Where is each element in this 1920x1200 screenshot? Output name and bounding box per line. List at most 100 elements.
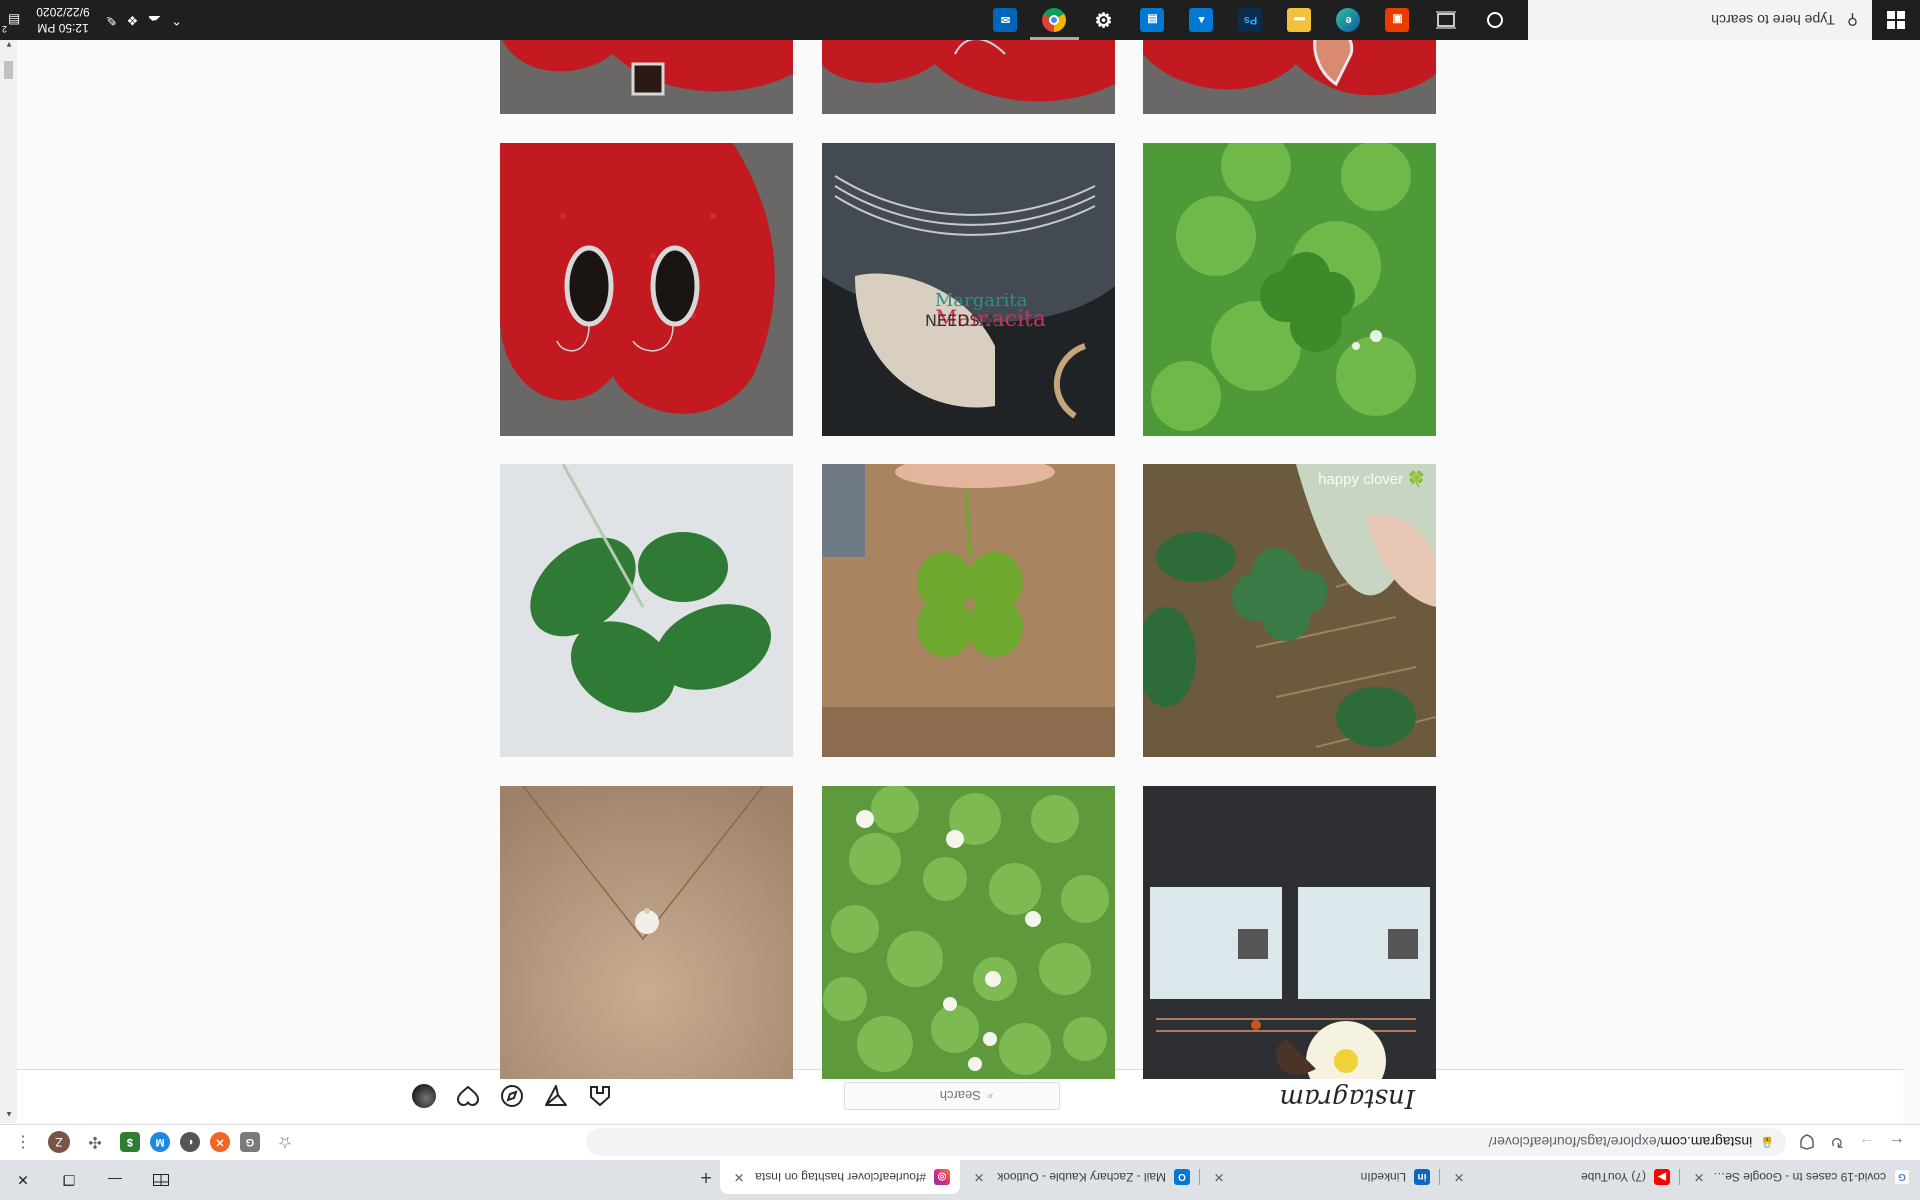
taskbar-pinned-apps: ▣ e ▬ Ps ▲ ▤ ⚙ ✉ (981, 0, 1520, 40)
tab-title: (7) YouTube (1581, 1170, 1646, 1184)
post-tile-clover-field[interactable] (822, 786, 1115, 1079)
home-icon[interactable] (587, 1083, 613, 1109)
post-tile-jewelry-receipt[interactable] (1143, 786, 1436, 1079)
chrome-icon[interactable] (1030, 0, 1079, 40)
instagram-logo[interactable]: Instagram (1279, 1083, 1415, 1113)
forward-arrow-icon[interactable]: → (1852, 1129, 1882, 1157)
search-box[interactable]: ⌕ (844, 1082, 1060, 1110)
close-tab-icon[interactable]: ✕ (1450, 1169, 1468, 1185)
store-app-icon[interactable]: ▤ (1128, 0, 1177, 40)
instagram-nav (411, 1083, 613, 1109)
avatar (412, 1084, 436, 1108)
bookmark-star-icon[interactable]: ☆ (270, 1129, 300, 1157)
address-bar[interactable]: 🔒 instagram.com/explore/tags/fourleafclo… (586, 1128, 1786, 1157)
search-icon: ⚲ (1847, 11, 1858, 28)
post-image (500, 143, 793, 436)
post-tile-four-leaf-clovers[interactable] (1143, 143, 1436, 436)
taskbar-search-placeholder: Type here to search (1711, 12, 1835, 28)
post-tile-heart-earrings[interactable] (500, 143, 793, 436)
activity-heart-icon[interactable] (455, 1083, 481, 1109)
post-tile-necklace[interactable] (500, 786, 793, 1079)
clock-time: 12:50 PM (37, 21, 89, 35)
close-tab-icon[interactable]: ✕ (1210, 1169, 1228, 1185)
avatar[interactable]: Z (48, 1131, 70, 1154)
shield-icon[interactable] (1792, 1129, 1822, 1157)
settings-gear-icon[interactable]: ⚙ (1079, 0, 1128, 40)
url-path: /explore/tags/fourleafclover/ (1488, 1134, 1661, 1151)
extension-blue-icon[interactable]: M (150, 1132, 170, 1153)
lock-icon[interactable]: 🔒 (1760, 1136, 1774, 1149)
minimize-button[interactable]: — (92, 1160, 138, 1200)
onedrive-cloud-icon[interactable]: ☁ (148, 12, 161, 28)
tab-youtube[interactable]: ▶ (7) YouTube ✕ (1440, 1160, 1680, 1194)
extension-circle-icon[interactable]: ◐ (180, 1132, 200, 1153)
mail-app-icon[interactable]: ✉ (981, 0, 1030, 40)
post-image: Mamacita NEEDS A Margarita (822, 143, 1115, 436)
cortana-icon[interactable] (1471, 0, 1520, 40)
url-host: instagram.com (1660, 1134, 1753, 1151)
edge-icon[interactable]: e (1324, 0, 1373, 40)
windows-taskbar: ⚲ Type here to search ▣ e ▬ Ps ▲ ▤ ⚙ ✉ ⌃… (0, 0, 1920, 40)
tab-outlook[interactable]: O Mail - Zachary Kauble - Outlook ✕ (960, 1160, 1200, 1194)
tab-title: #fourleafclover hashtag on Insta (755, 1170, 926, 1184)
clock-date: 9/22/2020 (36, 5, 90, 19)
svg-text:NEEDS A: NEEDS A (925, 311, 996, 330)
pen-icon[interactable]: ✎ (106, 12, 117, 28)
post-image (500, 786, 793, 1079)
tab-instagram[interactable]: ◎ #fourleafclover hashtag on Insta ✕ (720, 1160, 960, 1194)
windows-start-icon[interactable] (1872, 0, 1920, 40)
photoshop-icon[interactable]: Ps (1226, 0, 1275, 40)
page-scrollbar[interactable]: ▲ ▼ (0, 36, 17, 1123)
profile-avatar[interactable] (411, 1083, 437, 1109)
extension-orange-icon[interactable]: ✕ (210, 1132, 230, 1153)
outlook-icon: O (1174, 1169, 1190, 1185)
scroll-down-arrow-icon[interactable]: ▼ (5, 40, 13, 49)
scrollbar-thumb[interactable] (4, 61, 13, 79)
photos-app-icon[interactable]: ▲ (1177, 0, 1226, 40)
taskbar-search-box[interactable]: ⚲ Type here to search (1528, 0, 1872, 40)
post-image (822, 464, 1115, 757)
reload-icon[interactable]: ↻ (1822, 1129, 1852, 1157)
tab-title: covid-19 cases tn - Google Search (1708, 1170, 1886, 1184)
post-tile-clover-closeup[interactable] (500, 464, 793, 757)
extensions-puzzle-icon[interactable]: ✣ (80, 1129, 110, 1157)
close-window-button[interactable]: ✕ (0, 1160, 46, 1200)
direct-send-icon[interactable] (543, 1083, 569, 1109)
new-tab-button[interactable]: + (692, 1160, 720, 1194)
taskbar-clock[interactable]: 12:50 PM 9/22/2020 (30, 4, 95, 36)
close-tab-icon[interactable]: ✕ (730, 1169, 748, 1185)
tab-google-search[interactable]: G covid-19 cases tn - Google Search ✕ (1680, 1160, 1920, 1194)
youtube-icon: ▶ (1654, 1169, 1670, 1185)
menu-kebab-icon[interactable]: ⋮ (8, 1129, 38, 1157)
close-tab-icon[interactable]: ✕ (970, 1169, 988, 1185)
chevron-up-icon[interactable]: ⌃ (171, 12, 182, 28)
extension-green-icon[interactable]: $ (120, 1132, 140, 1153)
search-input[interactable] (910, 1088, 981, 1104)
explore-compass-icon[interactable] (499, 1083, 525, 1109)
back-arrow-icon[interactable]: ← (1882, 1129, 1912, 1157)
post-image (500, 464, 793, 757)
notification-center-icon[interactable]: ▤ 2 (2, 12, 20, 34)
dropbox-icon[interactable]: ❖ (127, 12, 139, 28)
post-tile-hand-clover[interactable]: happy clover 🍀 (1143, 464, 1436, 757)
office-app-icon[interactable]: ▣ (1373, 0, 1422, 40)
file-explorer-icon[interactable]: ▬ (1275, 0, 1324, 40)
notification-count-badge: 2 (2, 24, 8, 34)
browser-tab-strip: G covid-19 cases tn - Google Search ✕ ▶ … (0, 1160, 1920, 1200)
tab-linkedin[interactable]: in LinkedIn ✕ (1200, 1160, 1440, 1194)
extension-grey-icon[interactable]: G (240, 1132, 260, 1153)
post-image (1143, 143, 1436, 436)
post-tile-embroidered-cap[interactable]: Mamacita NEEDS A Margarita (822, 143, 1115, 436)
scroll-up-arrow-icon[interactable]: ▲ (5, 1110, 13, 1119)
post-image (822, 786, 1115, 1079)
tab-search-icon[interactable] (138, 1160, 184, 1200)
post-image (1143, 464, 1436, 757)
extensions-area: ☆ G ✕ ◐ M $ ✣ Z ⋮ (8, 1129, 300, 1157)
restore-button[interactable]: ❐ (46, 1160, 92, 1200)
task-view-icon[interactable] (1422, 0, 1471, 40)
window-controls: — ❐ ✕ (0, 1160, 184, 1200)
google-icon: G (1894, 1169, 1910, 1185)
tab-title: LinkedIn (1360, 1170, 1406, 1184)
post-tile-held-four-leaf[interactable] (822, 464, 1115, 757)
close-tab-icon[interactable]: ✕ (1690, 1169, 1708, 1185)
